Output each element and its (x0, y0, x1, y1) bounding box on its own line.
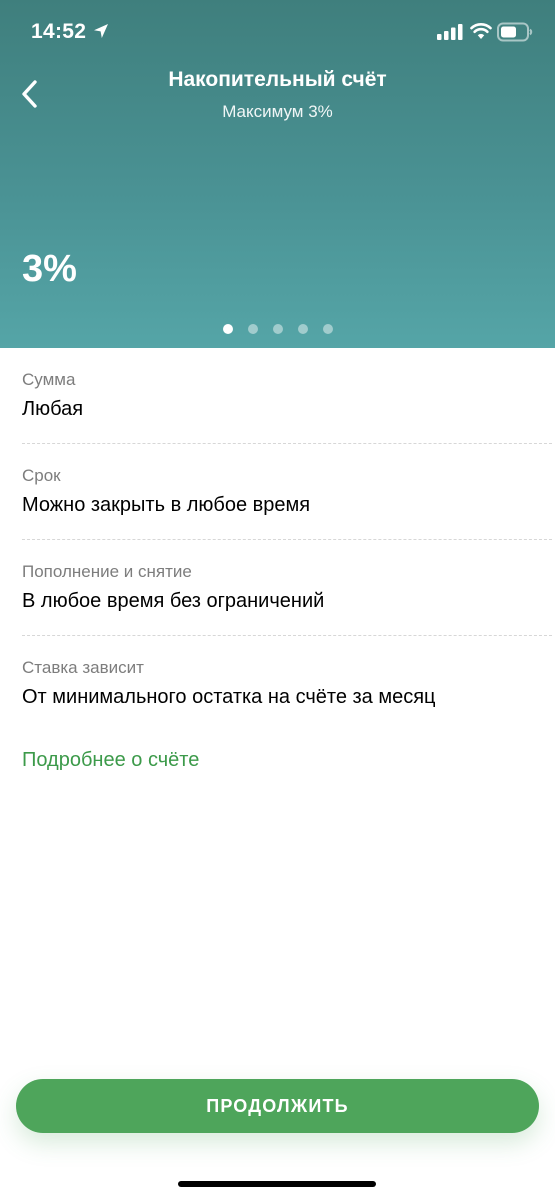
info-value: Любая (22, 398, 84, 420)
header-banner: 14:52 Накопительный счёт Максимум 3% 3% (0, 0, 555, 348)
info-row-rate-depends: Ставка зависит От минимального остатка н… (22, 636, 552, 732)
cellular-signal-icon (437, 24, 463, 40)
info-label: Срок (22, 466, 61, 485)
page-subtitle: Максимум 3% (222, 102, 333, 121)
info-row-amount: Сумма Любая (22, 348, 552, 444)
info-label: Пополнение и снятие (22, 562, 192, 581)
page-indicator[interactable] (0, 324, 555, 334)
info-row-topup-withdrawal: Пополнение и снятие В любое время без ог… (22, 540, 552, 636)
pager-dot[interactable] (273, 324, 283, 334)
location-arrow-icon (94, 24, 108, 38)
info-value: Можно закрыть в любое время (22, 494, 311, 516)
home-indicator (178, 1181, 376, 1187)
account-details-link[interactable]: Подробнее о счёте (22, 749, 199, 772)
info-label: Сумма (22, 370, 76, 389)
pager-dot[interactable] (248, 324, 258, 334)
info-value: От минимального остатка на счёте за меся… (22, 686, 436, 708)
account-info-list: Сумма Любая Срок Можно закрыть в любое в… (22, 348, 552, 732)
info-row-term: Срок Можно закрыть в любое время (22, 444, 552, 540)
battery-icon (497, 22, 533, 42)
status-time: 14:52 (31, 20, 87, 43)
status-bar: 14:52 (0, 0, 555, 64)
wifi-icon (470, 23, 492, 39)
rate-value: 3% (22, 248, 77, 290)
pager-dot[interactable] (298, 324, 308, 334)
pager-dot[interactable] (223, 324, 233, 334)
info-value: В любое время без ограничений (22, 590, 325, 612)
pager-dot[interactable] (323, 324, 333, 334)
info-label: Ставка зависит (22, 658, 144, 677)
page-title: Накопительный счёт (168, 68, 387, 91)
continue-button[interactable]: ПРОДОЛЖИТЬ (16, 1079, 539, 1133)
